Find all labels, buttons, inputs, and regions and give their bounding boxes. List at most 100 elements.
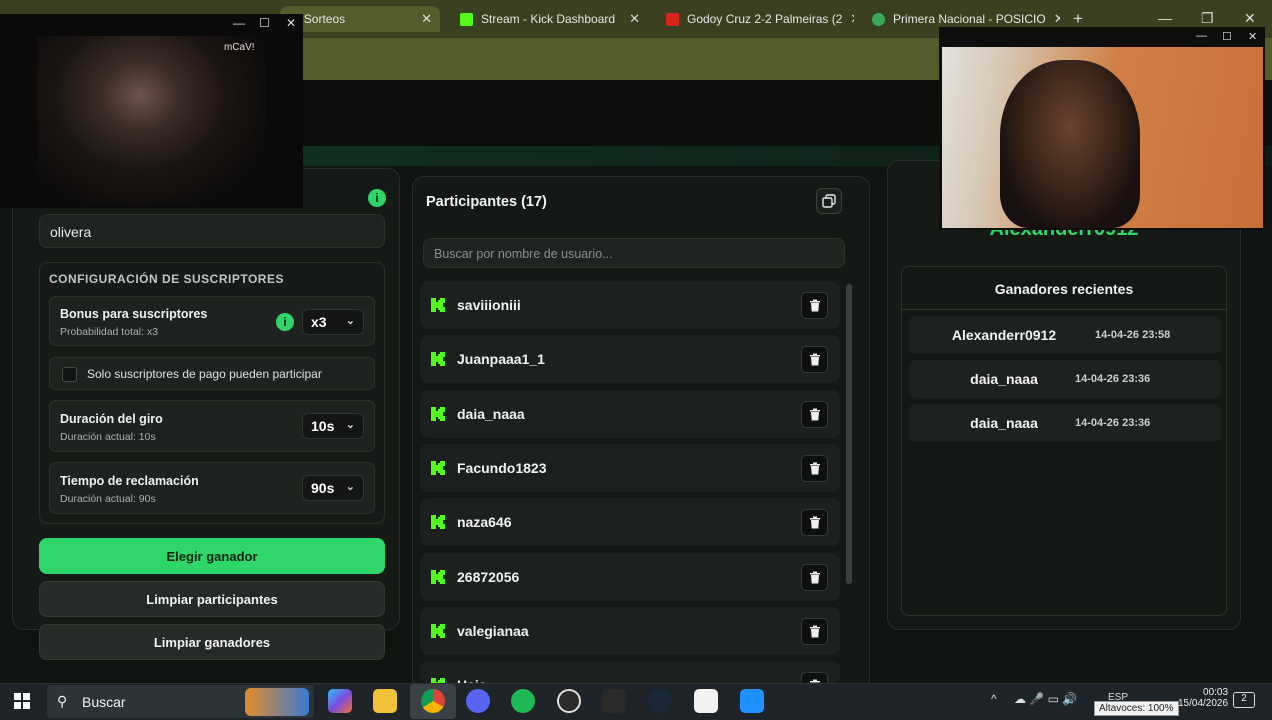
minimize-icon[interactable]: — xyxy=(233,16,245,30)
kick-icon xyxy=(431,624,445,638)
participant-name: saviiioniii xyxy=(457,297,521,313)
chrome-icon[interactable] xyxy=(421,689,445,713)
participant-row: Haia xyxy=(420,661,840,699)
search-icon: ⚲ xyxy=(57,693,68,709)
taskbar-search-label: Buscar xyxy=(82,694,126,710)
clock[interactable]: 00:03 15/04/2026 xyxy=(1178,687,1228,709)
spin-duration-option: Duración del giro Duración actual: 10s 1… xyxy=(49,400,375,452)
trash-icon xyxy=(809,625,820,638)
recent-winner-row: daia_naaa 14-04-26 23:36 xyxy=(909,404,1221,442)
file-explorer-icon[interactable] xyxy=(373,689,397,713)
tab-kick-dashboard[interactable]: Stream - Kick Dashboard ✕ xyxy=(452,6,648,32)
bonus-select[interactable]: x3 ⌄ xyxy=(302,309,364,335)
close-icon[interactable]: ✕ xyxy=(1054,11,1060,27)
trash-icon xyxy=(809,353,820,366)
close-icon[interactable]: ✕ xyxy=(1248,30,1257,43)
app-icon[interactable] xyxy=(740,689,764,713)
tab-godoy-cruz[interactable]: Godoy Cruz 2-2 Palmeiras (2 ✕ xyxy=(658,6,854,32)
only-paid-option[interactable]: Solo suscriptores de pago pueden partici… xyxy=(49,357,375,390)
capcut-icon[interactable] xyxy=(694,689,718,713)
claim-time-option: Tiempo de reclamación Duración actual: 9… xyxy=(49,462,375,514)
epic-games-icon[interactable] xyxy=(602,689,626,713)
spotify-icon[interactable] xyxy=(511,689,535,713)
kick-icon xyxy=(431,407,445,421)
participant-search-input[interactable]: Buscar por nombre de usuario... xyxy=(423,238,845,268)
pick-winner-button[interactable]: Elegir ganador xyxy=(39,538,385,574)
delete-button[interactable] xyxy=(801,455,828,482)
maximize-button[interactable]: ❐ xyxy=(1201,10,1214,27)
claim-select[interactable]: 90s ⌄ xyxy=(302,475,364,501)
delete-button[interactable] xyxy=(801,564,828,591)
webcam-feed xyxy=(37,36,266,206)
winner-name: daia_naaa xyxy=(970,371,1038,387)
chevron-down-icon: ⌄ xyxy=(345,419,355,431)
only-paid-label: Solo suscriptores de pago pueden partici… xyxy=(87,367,322,381)
new-tab-button[interactable]: + xyxy=(1073,9,1083,29)
recent-winner-row: Alexanderr0912 14-04-26 23:58 xyxy=(909,316,1221,354)
participant-name: daia_naaa xyxy=(457,406,525,422)
kick-icon xyxy=(431,352,445,366)
clock-time: 00:03 xyxy=(1203,687,1229,698)
winner-date: 14-04-26 23:58 xyxy=(1095,329,1171,341)
winner-name: Alexanderr0912 xyxy=(951,327,1057,343)
maximize-icon[interactable]: ☐ xyxy=(259,16,270,30)
delete-button[interactable] xyxy=(801,292,828,319)
participant-row: daia_naaa xyxy=(420,390,840,438)
kick-icon xyxy=(431,515,445,529)
obs-icon[interactable] xyxy=(557,689,581,713)
participants-title: Participantes (17) xyxy=(426,194,547,210)
participants-scrollbar[interactable] xyxy=(846,284,852,584)
participant-name: valegianaa xyxy=(457,623,529,639)
spin-title: Duración del giro xyxy=(60,412,163,426)
info-icon[interactable]: i xyxy=(368,189,386,207)
winner-name: daia_naaa xyxy=(970,415,1038,431)
discord-icon[interactable] xyxy=(466,689,490,713)
spin-select[interactable]: 10s ⌄ xyxy=(302,413,364,439)
claim-sub: Duración actual: 90s xyxy=(60,493,156,505)
tray-icons[interactable]: ☁ 🎤 ▭ 🔊 xyxy=(1014,692,1077,706)
close-icon[interactable]: ✕ xyxy=(286,16,296,30)
divider xyxy=(902,309,1226,310)
delete-button[interactable] xyxy=(801,346,828,373)
delete-button[interactable] xyxy=(801,509,828,536)
name-field[interactable]: olivera xyxy=(39,214,385,248)
bonus-title: Bonus para suscriptores xyxy=(60,307,208,321)
trash-icon xyxy=(809,462,820,475)
trash-icon xyxy=(809,516,820,529)
subscriber-config-title: CONFIGURACIÓN DE SUSCRIPTORES xyxy=(49,272,284,286)
steam-icon[interactable] xyxy=(648,689,672,713)
webcam-person xyxy=(1000,60,1140,228)
chevron-up-icon[interactable]: ^ xyxy=(991,692,997,706)
minimize-button[interactable]: — xyxy=(1158,10,1172,26)
claim-value: 90s xyxy=(311,480,335,496)
notification-icon[interactable]: 2 xyxy=(1233,692,1255,708)
clear-winners-button[interactable]: Limpiar ganadores xyxy=(39,624,385,660)
close-icon[interactable]: ✕ xyxy=(421,11,432,27)
windows-start-icon[interactable] xyxy=(14,693,30,709)
copy-button[interactable] xyxy=(816,188,842,214)
participant-row: Facundo1823 xyxy=(420,444,840,492)
close-icon[interactable]: ✕ xyxy=(629,11,640,27)
delete-button[interactable] xyxy=(801,401,828,428)
chevron-down-icon: ⌄ xyxy=(345,481,355,493)
copilot-icon[interactable] xyxy=(328,689,352,713)
volume-tooltip: Altavoces: 100% xyxy=(1094,701,1179,716)
kick-icon xyxy=(460,12,473,26)
participant-name: Juanpaaa1_1 xyxy=(457,351,545,367)
maximize-icon[interactable]: ☐ xyxy=(1222,30,1232,43)
trash-icon xyxy=(809,408,820,421)
winner-date: 14-04-26 23:36 xyxy=(1075,417,1151,429)
tab-label: Primera Nacional - POSICIO xyxy=(893,12,1046,26)
only-paid-checkbox[interactable] xyxy=(62,367,77,382)
tab-sorteos[interactable]: c | Sorteos ✕ xyxy=(280,6,440,32)
delete-button[interactable] xyxy=(801,618,828,645)
close-window-button[interactable]: ✕ xyxy=(1244,10,1256,27)
clear-participants-button[interactable]: Limpiar participantes xyxy=(39,581,385,617)
close-icon[interactable]: ✕ xyxy=(850,11,854,27)
minimize-icon[interactable]: — xyxy=(1196,30,1207,42)
recent-winners-title: Ganadores recientes xyxy=(994,281,1134,297)
copy-icon xyxy=(822,194,836,208)
news-icon xyxy=(666,12,679,26)
info-icon[interactable]: i xyxy=(276,313,294,331)
bonus-value: x3 xyxy=(311,314,327,330)
